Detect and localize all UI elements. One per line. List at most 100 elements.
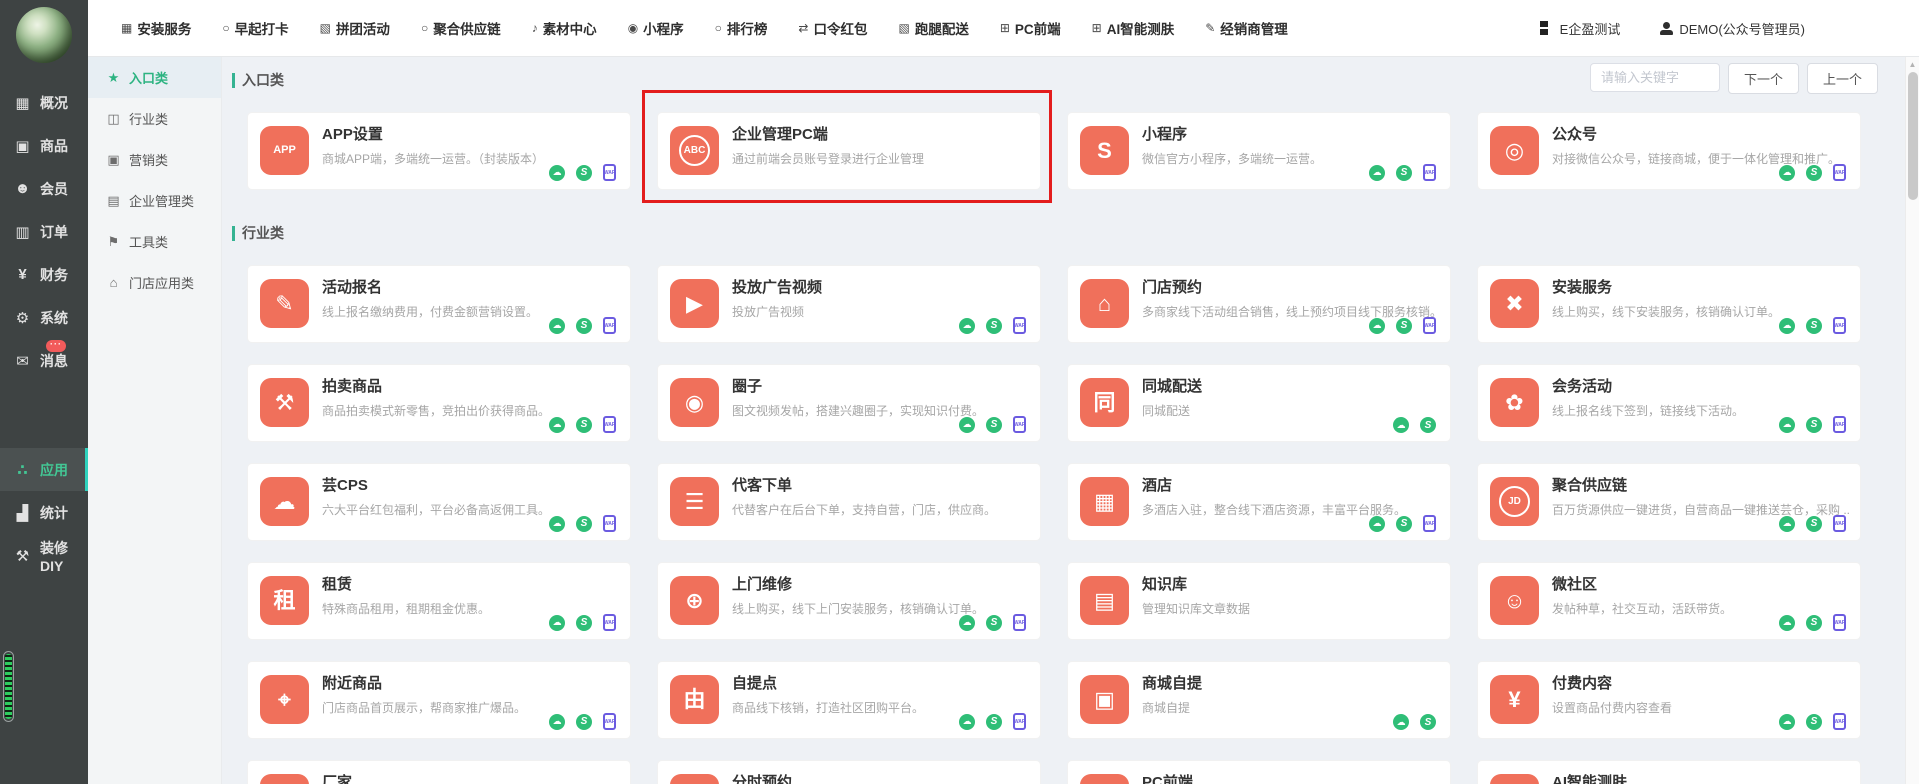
cloud-platform-icon: ☁ (1779, 615, 1795, 631)
app-card[interactable]: ▦ 酒店 多酒店入驻，整合线下酒店资源，丰富平台服务。 ☁SWAP (1068, 464, 1450, 540)
app-card[interactable]: 厂 厂家 (248, 761, 630, 784)
app-card[interactable]: ☻ AI智能测肤 (1478, 761, 1860, 784)
app-icon: ▦ (1080, 477, 1129, 526)
app-card[interactable]: ▶ 投放广告视频 投放广告视频 ☁SWAP (658, 266, 1040, 342)
workspace-label: E企盈测试 (1560, 19, 1621, 38)
sidebar-item-icon: ⚙ (12, 309, 33, 327)
avatar[interactable] (16, 7, 72, 63)
app-title: 代客下单 (732, 474, 792, 495)
app-card[interactable]: APP APP设置 商城APP端，多端统一运营。（封装版本） ☁SWAP (248, 113, 630, 189)
topnav-item[interactable]: ⊞ AI智能测肤 (1092, 18, 1175, 38)
scrollbar-thumb[interactable] (1908, 72, 1918, 200)
app-card[interactable]: ⌖ 附近商品 门店商品首页展示，帮商家推广爆品。 ☁SWAP (248, 662, 630, 738)
miniprogram-platform-icon: S (1396, 165, 1412, 181)
user-icon (1660, 22, 1673, 35)
platform-badges: ☁SWAP (1779, 416, 1846, 433)
topnav-item[interactable]: ▦ 安装服务 (121, 18, 191, 38)
app-card[interactable]: JD 聚合供应链 百万货源供应一键进货，自营商品一键推送芸仓，采购 ... ☁S… (1478, 464, 1860, 540)
app-icon: ☰ (670, 477, 719, 526)
platform-badges: ☁SWAP (1369, 164, 1436, 181)
topnav-item[interactable]: ○ 排行榜 (715, 18, 768, 38)
miniprogram-platform-icon: S (1806, 318, 1822, 334)
app-card-grid: ✎ 活动报名 线上报名缴纳费用，付费金额营销设置。 ☁SWAP ▶ 投放广告视频… (248, 266, 1905, 784)
app-icon: 租 (260, 576, 309, 625)
topnav-item[interactable]: ◉ 小程序 (628, 18, 684, 38)
sidebar-item-icon: ⚒ (12, 547, 33, 565)
app-icon: APP (260, 126, 309, 175)
wap-platform-icon: WAP (1013, 317, 1026, 334)
app-card[interactable]: ⚒ 拍卖商品 商品拍卖模式新零售，竞拍出价获得商品。 ☁SWAP (248, 365, 630, 441)
app-card[interactable]: ⌂ 门店预约 多商家线下活动组合销售，线上预约项目线下服务核销。 ☁SWAP (1068, 266, 1450, 342)
topnav-item[interactable]: ○ 早起打卡 (222, 18, 288, 38)
app-icon: ¥ (1490, 675, 1539, 724)
app-title: 附近商品 (322, 672, 382, 693)
miniprogram-platform-icon: S (986, 615, 1002, 631)
category-item[interactable]: ⌂ 门店应用类 (88, 262, 221, 303)
topnav-item[interactable]: ⊞ PC前端 (1000, 18, 1061, 38)
app-card[interactable]: 由 自提点 商品线下核销，打造社区团购平台。 ☁SWAP (658, 662, 1040, 738)
sidebar-item-label: 概况 (40, 93, 68, 113)
workspace-switcher[interactable]: E企盈测试 (1540, 19, 1621, 38)
miniprogram-platform-icon: S (1806, 516, 1822, 532)
topnav-item[interactable]: ♪ 素材中心 (532, 18, 597, 38)
app-card[interactable]: ◉ 圈子 图文视频发帖，搭建兴趣圈子，实现知识付费。 ☁SWAP (658, 365, 1040, 441)
app-card[interactable]: ABC 企业管理PC端 通过前端会员账号登录进行企业管理 (658, 113, 1040, 189)
topnav-item[interactable]: ⇄ 口令红包 (798, 18, 867, 38)
platform-badges: ☁SWAP (1779, 515, 1846, 532)
platform-badges: ☁SWAP (549, 515, 616, 532)
app-card[interactable]: ☰ 代客下单 代替客户在后台下单，支持自营，门店，供应商。 (658, 464, 1040, 540)
sidebar-item-label: 财务 (40, 265, 68, 285)
category-item[interactable]: ⚑ 工具类 (88, 221, 221, 262)
app-card[interactable]: ▤ 知识库 管理知识库文章数据 (1068, 563, 1450, 639)
app-card[interactable]: ◔ 分时预约 (658, 761, 1040, 784)
app-card[interactable]: ☺ 微社区 发帖种草，社交互动，活跃带货。 ☁SWAP (1478, 563, 1860, 639)
sidebar-item[interactable]: ☻ 会员 (0, 167, 88, 210)
app-card[interactable]: S 小程序 微信官方小程序，多端统一运营。 ☁SWAP (1068, 113, 1450, 189)
app-title: 付费内容 (1552, 672, 1612, 693)
topbar: ▦ 安装服务 ○ 早起打卡 ▧ 拼团活动 ○ 聚合供应链 ♪ 素材中心 ◉ 小程… (88, 0, 1919, 57)
sidebar-item[interactable]: ∴ 应用 (0, 448, 88, 491)
sidebar-item[interactable]: ✉ 消息 ··· (0, 339, 88, 382)
category-item[interactable]: ▣ 营销类 (88, 139, 221, 180)
sidebar-item[interactable]: ⚙ 系统 (0, 296, 88, 339)
category-item[interactable]: ◫ 行业类 (88, 98, 221, 139)
user-menu[interactable]: DEMO(公众号管理员) (1660, 19, 1805, 38)
app-card[interactable]: ☁ 芸CPS 六大平台红包福利，平台必备高返佣工具。 ☁SWAP (248, 464, 630, 540)
app-card[interactable]: ✖ 安装服务 线上购买，线下安装服务，核销确认订单。 ☁SWAP (1478, 266, 1860, 342)
app-card[interactable]: ◎ 公众号 对接微信公众号，链接商城，便于一体化管理和推广。 ☁SWAP (1478, 113, 1860, 189)
sidebar-item[interactable]: ⚒ 装修DIY (0, 534, 88, 577)
app-card[interactable]: 同 同城配送 同城配送 ☁S (1068, 365, 1450, 441)
prev-button[interactable]: 上一个 (1807, 63, 1878, 94)
sidebar-item[interactable]: ▥ 订单 (0, 210, 88, 253)
app-icon: ⊕ (670, 576, 719, 625)
app-icon: ▤ (1080, 576, 1129, 625)
sidebar-item[interactable]: ▟ 统计 (0, 491, 88, 534)
search-input[interactable] (1590, 63, 1720, 92)
app-card[interactable]: ¥ 付费内容 设置商品付费内容查看 ☁SWAP (1478, 662, 1860, 738)
category-item[interactable]: ▤ 企业管理类 (88, 180, 221, 221)
sidebar-item[interactable]: ▦ 概况 (0, 81, 88, 124)
platform-badges: ☁S (1393, 714, 1436, 730)
topnav-item[interactable]: ▧ 拼团活动 (320, 18, 390, 38)
topnav-item[interactable]: ▧ 跑腿配送 (898, 18, 968, 38)
cloud-platform-icon: ☁ (1779, 714, 1795, 730)
next-button[interactable]: 下一个 (1728, 63, 1799, 94)
app-card[interactable]: 租 租赁 特殊商品租用，租期租金优惠。 ☁SWAP (248, 563, 630, 639)
cloud-platform-icon: ☁ (549, 417, 565, 433)
topnav-item[interactable]: ✎ 经销商管理 (1205, 18, 1288, 38)
app-title: 微社区 (1552, 573, 1597, 594)
category-item[interactable]: ★ 入口类 (88, 57, 221, 98)
sidebar-item[interactable]: ▣ 商品 (0, 124, 88, 167)
app-card[interactable]: ▣ 商城自提 商城自提 ☁S (1068, 662, 1450, 738)
app-card[interactable]: ▢ PC前端 (1068, 761, 1450, 784)
sidebar-item-label: 订单 (40, 222, 68, 242)
app-icon: ▣ (1080, 675, 1129, 724)
app-card[interactable]: ✿ 会务活动 线上报名线下签到，链接线下活动。 ☁SWAP (1478, 365, 1860, 441)
app-card[interactable]: ⊕ 上门维修 线上购买，线下上门安装服务，核销确认订单。 ☁SWAP (658, 563, 1040, 639)
sidebar-item[interactable]: ¥ 财务 (0, 253, 88, 296)
app-card[interactable]: ✎ 活动报名 线上报名缴纳费用，付费金额营销设置。 ☁SWAP (248, 266, 630, 342)
topnav-item[interactable]: ○ 聚合供应链 (421, 18, 501, 38)
sidebar-item-icon: ☻ (12, 180, 33, 197)
category-item-icon: ⚑ (105, 234, 122, 250)
scroll-up-arrow[interactable]: ▲ (1906, 57, 1919, 71)
